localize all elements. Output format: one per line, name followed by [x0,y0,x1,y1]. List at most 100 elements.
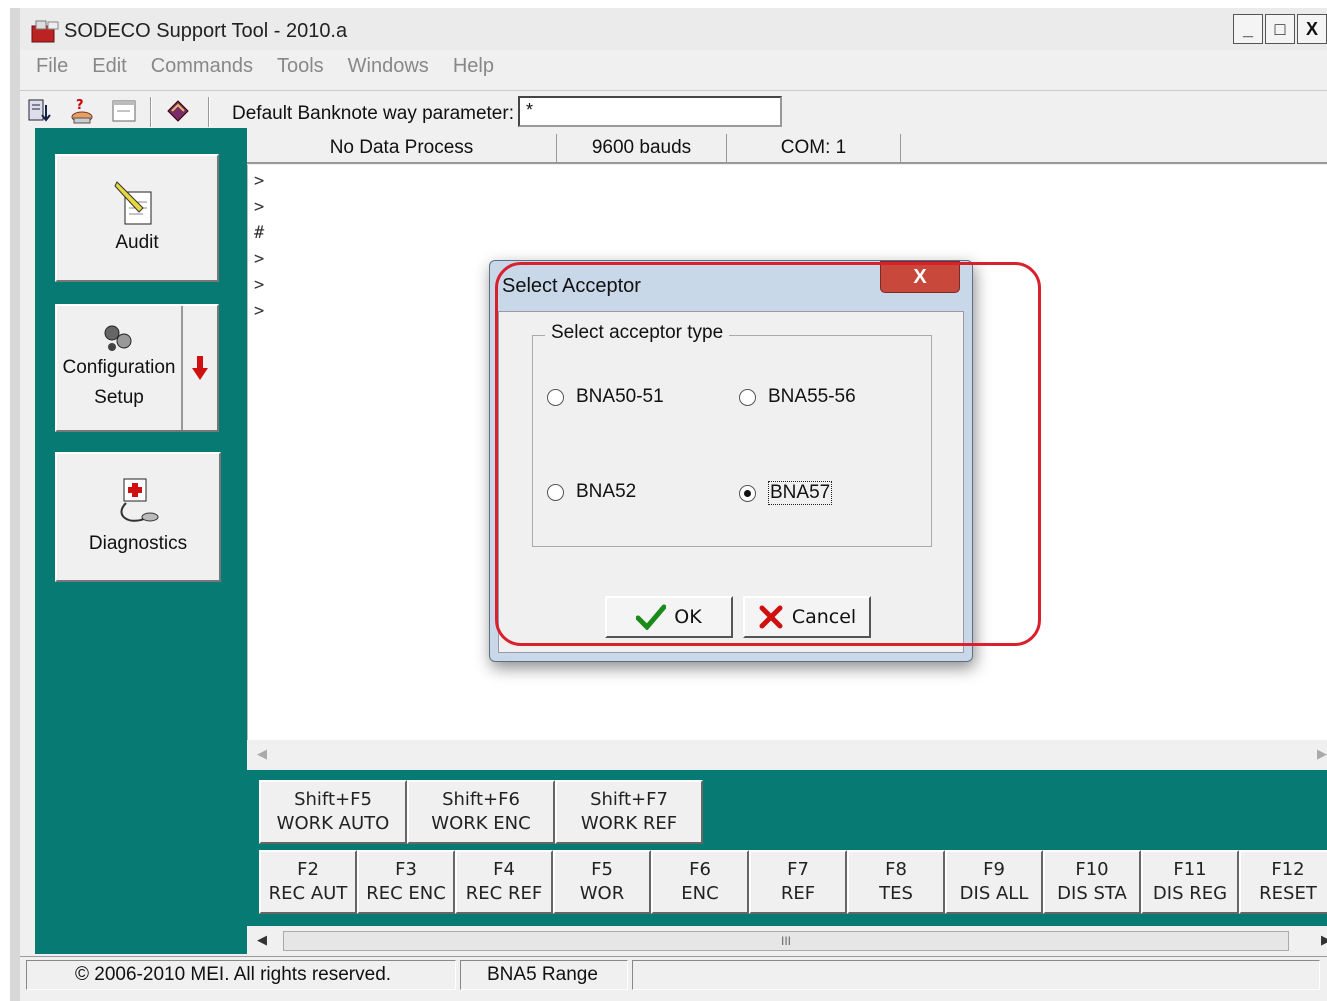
close-button[interactable]: X [1297,14,1327,44]
copyright-text: © 2006-2010 MEI. All rights reserved. [26,960,456,990]
baud-rate: 9600 bauds [557,134,727,162]
fkey-f12-button[interactable]: F12 RESET [1239,850,1327,914]
radio-bna55-56[interactable]: BNA55-56 [739,386,856,408]
fkey-shortcut: Shift+F6 [442,789,520,810]
help-user-icon[interactable]: ? [68,97,96,125]
fkey-shortcut: F6 [689,859,711,880]
select-acceptor-dialog: Select Acceptor X Select acceptor type B… [489,260,973,662]
radio-bna57[interactable]: BNA57 [739,481,833,505]
menu-bar: File Edit Commands Tools Windows Help [20,52,1327,84]
diagnostics-button[interactable]: Diagnostics [55,452,221,582]
config-dropdown-arrow[interactable] [181,306,217,430]
cancel-label: Cancel [791,606,857,628]
dialog-body: Select acceptor type BNA50-51 BNA55-56 B… [498,311,964,653]
fkey-shortcut: F8 [885,859,907,880]
scroll-right-arrow-icon[interactable]: ▶ [1317,746,1327,762]
acceptor-type-group: Select acceptor type BNA50-51 BNA55-56 B… [532,322,932,547]
fkey-shortcut: F3 [395,859,417,880]
radio-circle[interactable] [547,483,564,501]
fkey-label: REF [780,883,816,904]
menu-file[interactable]: File [26,52,78,84]
connect-icon[interactable] [26,97,54,125]
fkey-f6-button[interactable]: F6 ENC [651,850,749,914]
radio-label: BNA52 [576,481,637,502]
radio-circle[interactable] [739,388,756,406]
radio-label: BNA50-51 [576,386,664,407]
fkey-label: RESET [1259,883,1317,904]
maximize-button[interactable]: □ [1265,14,1295,44]
menu-commands[interactable]: Commands [141,52,263,84]
fkey-shortcut: F11 [1173,859,1207,880]
console-horizontal-scrollbar[interactable]: ◀ ▶ [247,740,1327,770]
audit-button[interactable]: Audit [55,154,219,282]
sidebar: Audit Configuration Setup Diagnostics [35,128,247,954]
status-bar: © 2006-2010 MEI. All rights reserved. BN… [20,956,1327,992]
fkey-shortcut: Shift+F7 [590,789,668,810]
fkey-label: REC AUT [268,883,348,904]
fkey-label: WORK REF [580,813,678,834]
fkey-shortcut: F2 [297,859,319,880]
audit-label: Audit [115,232,159,253]
connection-status-strip: No Data Process 9600 bauds COM: 1 [247,130,1327,164]
radio-bna52[interactable]: BNA52 [547,481,636,503]
com-port: COM: 1 [727,134,901,162]
fkey-f10-button[interactable]: F10 DIS STA [1043,850,1141,914]
cancel-button[interactable]: Cancel [743,596,871,638]
red-x-icon [759,605,783,629]
config-label-line1: Configuration [62,357,176,378]
manual-book-icon[interactable] [164,97,192,125]
scroll-thumb[interactable]: III [283,931,1289,951]
fkey-shortcut: F12 [1271,859,1305,880]
fkey-f3-button[interactable]: F3 REC ENC [357,850,455,914]
menu-edit[interactable]: Edit [82,52,136,84]
toolbar: ? Default Banknote way parameter: * [20,90,1327,130]
config-gears-icon [104,325,132,351]
configuration-setup-button[interactable]: Configuration Setup [55,304,219,432]
fkey-shortcut: F5 [591,859,613,880]
diagnostics-label: Diagnostics [88,533,188,554]
fkey-label: REC REF [465,883,543,904]
console-line: > [254,171,265,191]
fkey-f2-button[interactable]: F2 REC AUT [259,850,357,914]
window-icon[interactable] [110,97,138,125]
fkey-shift-f5-button[interactable]: Shift+F5 WORK AUTO [259,780,407,844]
fkey-label: DIS STA [1057,883,1127,904]
banknote-way-input[interactable]: * [518,96,782,127]
fkey-f11-button[interactable]: F11 DIS REG [1141,850,1239,914]
fkey-shortcut: Shift+F5 [294,789,372,810]
fkey-shortcut: F10 [1075,859,1109,880]
console-line: # [254,223,265,243]
scroll-left-arrow-icon[interactable]: ◀ [257,746,267,762]
fkey-f9-button[interactable]: F9 DIS ALL [945,850,1043,914]
radio-circle-selected[interactable] [739,484,756,502]
range-status: BNA5 Range [460,960,628,990]
status-empty-cell [632,960,1320,990]
console-line: > [254,197,265,217]
green-check-icon [636,604,667,630]
audit-notepad-icon [114,181,152,225]
fkey-shift-f7-button[interactable]: Shift+F7 WORK REF [555,780,703,844]
red-down-arrow-icon [192,356,208,380]
menu-help[interactable]: Help [443,52,504,84]
menu-tools[interactable]: Tools [267,52,334,84]
banknote-way-label: Default Banknote way parameter: [232,103,514,124]
scroll-left-arrow-icon[interactable]: ◀ [257,932,267,948]
fkeys-horizontal-scrollbar[interactable]: ◀ III ▶ [247,926,1327,954]
fkey-label: WORK AUTO [276,813,390,834]
group-title: Select acceptor type [545,322,730,344]
fkey-f4-button[interactable]: F4 REC REF [455,850,553,914]
minimize-button[interactable]: _ [1233,14,1263,44]
fkey-f5-button[interactable]: F5 WOR [553,850,651,914]
fkey-f7-button[interactable]: F7 REF [749,850,847,914]
radio-circle[interactable] [547,388,564,406]
scroll-right-arrow-icon[interactable]: ▶ [1321,932,1327,948]
radio-bna50-51[interactable]: BNA50-51 [547,386,664,408]
dialog-close-button[interactable]: X [880,261,960,293]
menu-windows[interactable]: Windows [338,52,439,84]
fkey-label: ENC [681,883,719,904]
window-title: SODECO Support Tool - 2010.a [64,20,348,42]
svg-text:?: ? [76,98,84,113]
fkey-f8-button[interactable]: F8 TES [847,850,945,914]
ok-button[interactable]: OK [605,596,733,638]
fkey-shift-f6-button[interactable]: Shift+F6 WORK ENC [407,780,555,844]
